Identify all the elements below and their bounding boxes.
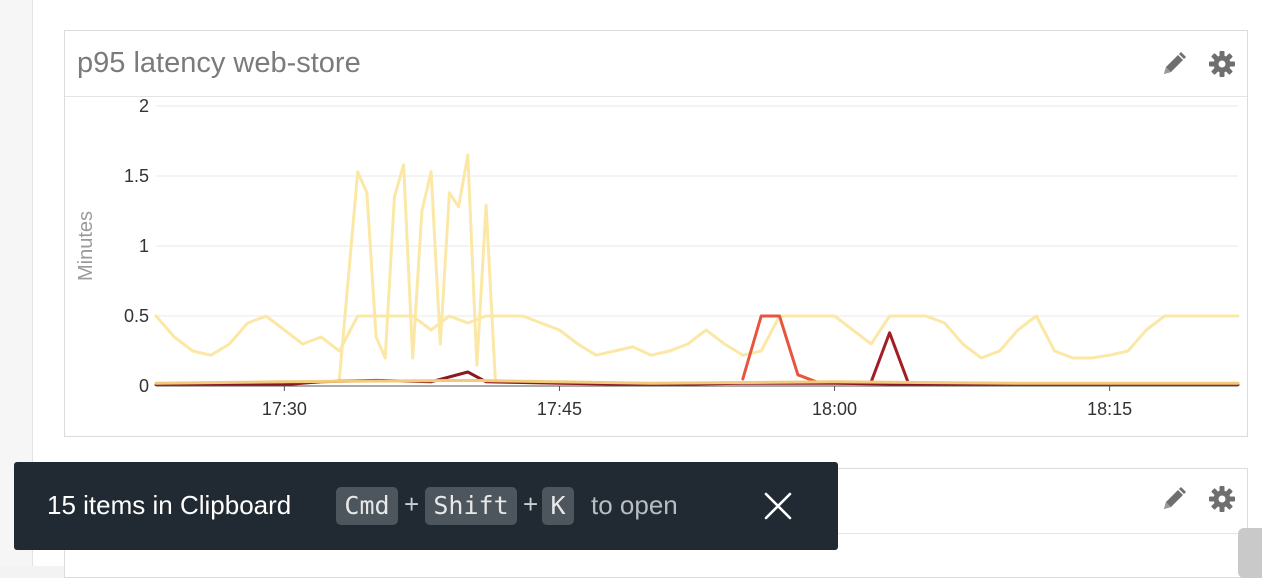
- series-line: [154, 378, 1240, 385]
- close-icon[interactable]: [760, 488, 796, 524]
- y-tick-label: 1: [139, 236, 149, 256]
- y-tick-label: 0: [139, 376, 149, 396]
- latency-chart: 0 0.5 1 1.5 2 17:30 17:45 18:00 18:15 Minutes: [75, 96, 1240, 419]
- y-tick-label: 1.5: [124, 166, 149, 186]
- kbd-k: K: [542, 487, 574, 525]
- clipboard-toast: 15 items in Clipboard Cmd + Shift + K to…: [14, 462, 838, 550]
- toast-message: 15 items in Clipboard: [47, 490, 292, 520]
- x-tick-label: 18:00: [812, 399, 857, 419]
- kbd-cmd: Cmd: [336, 487, 398, 525]
- series-line: [869, 331, 910, 384]
- gear-icon[interactable]: [1207, 49, 1237, 79]
- scrollbar-thumb[interactable]: [1238, 528, 1262, 578]
- plus-sign: +: [404, 489, 420, 519]
- gear-icon[interactable]: [1207, 484, 1237, 514]
- plus-sign: +: [523, 489, 539, 519]
- y-axis-label: Minutes: [75, 211, 97, 281]
- y-tick-label: 2: [139, 96, 149, 116]
- series-line: [741, 314, 818, 384]
- y-tick-label: 0.5: [124, 306, 149, 326]
- x-tick-label: 17:45: [537, 399, 582, 419]
- pencil-icon[interactable]: [1159, 484, 1189, 514]
- panel-header: p95 latency web-store: [65, 31, 1247, 97]
- series-line: [154, 314, 1240, 360]
- x-tick-label: 17:30: [262, 399, 307, 419]
- kbd-shift: Shift: [425, 487, 517, 525]
- toast-hint: to open: [591, 490, 678, 520]
- series-line: [337, 153, 497, 381]
- x-tick-label: 18:15: [1087, 399, 1132, 419]
- panel-title: p95 latency web-store: [77, 47, 361, 79]
- pencil-icon[interactable]: [1159, 49, 1189, 79]
